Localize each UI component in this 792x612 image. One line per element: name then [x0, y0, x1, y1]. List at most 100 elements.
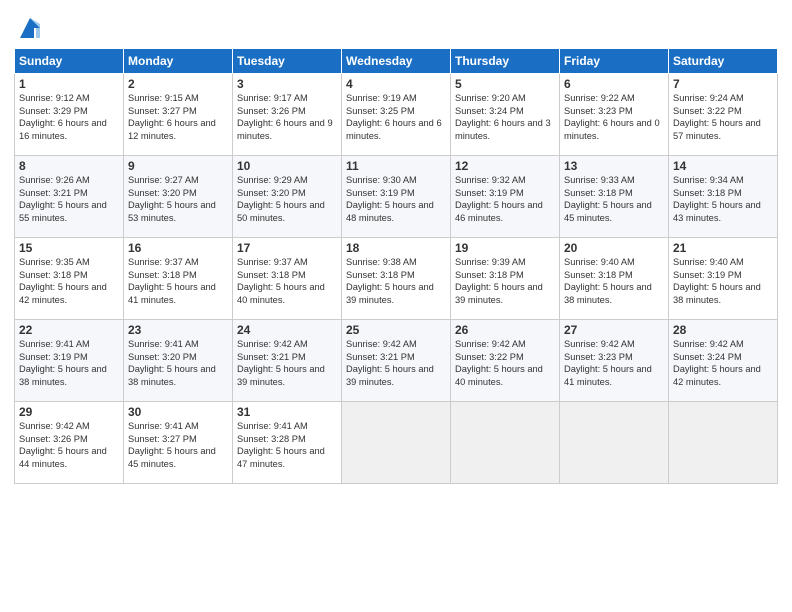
calendar-cell: 2 Sunrise: 9:15 AMSunset: 3:27 PMDaylight…	[124, 74, 233, 156]
calendar-cell: 11 Sunrise: 9:30 AMSunset: 3:19 PMDayligh…	[342, 156, 451, 238]
cell-text: Sunrise: 9:42 AMSunset: 3:22 PMDaylight:…	[455, 339, 543, 387]
day-number: 23	[128, 323, 228, 337]
day-number: 4	[346, 77, 446, 91]
calendar-cell	[451, 402, 560, 484]
calendar-week-4: 22 Sunrise: 9:41 AMSunset: 3:19 PMDayligh…	[15, 320, 778, 402]
calendar-cell: 24Sunrise: 9:42 AMSunset: 3:21 PMDayligh…	[233, 320, 342, 402]
calendar-cell: 23Sunrise: 9:41 AMSunset: 3:20 PMDayligh…	[124, 320, 233, 402]
calendar-cell: 4 Sunrise: 9:19 AMSunset: 3:25 PMDaylight…	[342, 74, 451, 156]
cell-text: Sunrise: 9:38 AMSunset: 3:18 PMDaylight:…	[346, 257, 434, 305]
calendar-cell: 22 Sunrise: 9:41 AMSunset: 3:19 PMDayligh…	[15, 320, 124, 402]
day-number: 29	[19, 405, 119, 419]
weekday-header-monday: Monday	[124, 49, 233, 74]
cell-text: Sunrise: 9:42 AMSunset: 3:24 PMDaylight:…	[673, 339, 761, 387]
day-number: 5	[455, 77, 555, 91]
cell-text: Sunrise: 9:41 AMSunset: 3:28 PMDaylight:…	[237, 421, 325, 469]
calendar-cell: 7 Sunrise: 9:24 AMSunset: 3:22 PMDaylight…	[669, 74, 778, 156]
calendar-cell: 18 Sunrise: 9:38 AMSunset: 3:18 PMDayligh…	[342, 238, 451, 320]
cell-text: Sunrise: 9:15 AMSunset: 3:27 PMDaylight:…	[128, 93, 216, 141]
cell-text: Sunrise: 9:30 AMSunset: 3:19 PMDaylight:…	[346, 175, 434, 223]
day-number: 16	[128, 241, 228, 255]
cell-text: Sunrise: 9:34 AMSunset: 3:18 PMDaylight:…	[673, 175, 761, 223]
calendar-cell: 14 Sunrise: 9:34 AMSunset: 3:18 PMDayligh…	[669, 156, 778, 238]
day-number: 18	[346, 241, 446, 255]
day-number: 28	[673, 323, 773, 337]
day-number: 13	[564, 159, 664, 173]
day-number: 22	[19, 323, 119, 337]
calendar-cell: 29 Sunrise: 9:42 AMSunset: 3:26 PMDayligh…	[15, 402, 124, 484]
day-number: 30	[128, 405, 228, 419]
cell-text: Sunrise: 9:42 AMSunset: 3:21 PMDaylight:…	[237, 339, 325, 387]
day-number: 15	[19, 241, 119, 255]
calendar-cell: 13 Sunrise: 9:33 AMSunset: 3:18 PMDayligh…	[560, 156, 669, 238]
cell-text: Sunrise: 9:29 AMSunset: 3:20 PMDaylight:…	[237, 175, 325, 223]
calendar-week-2: 8 Sunrise: 9:26 AMSunset: 3:21 PMDaylight…	[15, 156, 778, 238]
cell-text: Sunrise: 9:37 AMSunset: 3:18 PMDaylight:…	[237, 257, 325, 305]
day-number: 19	[455, 241, 555, 255]
cell-text: Sunrise: 9:41 AMSunset: 3:19 PMDaylight:…	[19, 339, 107, 387]
logo-icon	[16, 14, 44, 42]
cell-text: Sunrise: 9:40 AMSunset: 3:19 PMDaylight:…	[673, 257, 761, 305]
calendar-cell: 19 Sunrise: 9:39 AMSunset: 3:18 PMDayligh…	[451, 238, 560, 320]
calendar-cell: 31 Sunrise: 9:41 AMSunset: 3:28 PMDayligh…	[233, 402, 342, 484]
day-number: 17	[237, 241, 337, 255]
day-number: 27	[564, 323, 664, 337]
day-number: 3	[237, 77, 337, 91]
weekday-header-wednesday: Wednesday	[342, 49, 451, 74]
day-number: 2	[128, 77, 228, 91]
calendar-week-5: 29 Sunrise: 9:42 AMSunset: 3:26 PMDayligh…	[15, 402, 778, 484]
day-number: 31	[237, 405, 337, 419]
weekday-header-tuesday: Tuesday	[233, 49, 342, 74]
weekday-header-thursday: Thursday	[451, 49, 560, 74]
cell-text: Sunrise: 9:26 AMSunset: 3:21 PMDaylight:…	[19, 175, 107, 223]
day-number: 11	[346, 159, 446, 173]
cell-text: Sunrise: 9:20 AMSunset: 3:24 PMDaylight:…	[455, 93, 551, 141]
day-number: 20	[564, 241, 664, 255]
weekday-header-friday: Friday	[560, 49, 669, 74]
day-number: 14	[673, 159, 773, 173]
calendar-cell: 9 Sunrise: 9:27 AMSunset: 3:20 PMDaylight…	[124, 156, 233, 238]
day-number: 8	[19, 159, 119, 173]
calendar-cell: 3Sunrise: 9:17 AMSunset: 3:26 PMDaylight…	[233, 74, 342, 156]
cell-text: Sunrise: 9:41 AMSunset: 3:27 PMDaylight:…	[128, 421, 216, 469]
cell-text: Sunrise: 9:12 AMSunset: 3:29 PMDaylight:…	[19, 93, 107, 141]
day-number: 10	[237, 159, 337, 173]
calendar-cell: 20 Sunrise: 9:40 AMSunset: 3:18 PMDayligh…	[560, 238, 669, 320]
calendar-header: SundayMondayTuesdayWednesdayThursdayFrid…	[15, 49, 778, 74]
calendar-cell: 28 Sunrise: 9:42 AMSunset: 3:24 PMDayligh…	[669, 320, 778, 402]
calendar-cell: 25Sunrise: 9:42 AMSunset: 3:21 PMDayligh…	[342, 320, 451, 402]
calendar-cell: 10 Sunrise: 9:29 AMSunset: 3:20 PMDayligh…	[233, 156, 342, 238]
calendar-cell: 17 Sunrise: 9:37 AMSunset: 3:18 PMDayligh…	[233, 238, 342, 320]
calendar-cell: 12Sunrise: 9:32 AMSunset: 3:19 PMDayligh…	[451, 156, 560, 238]
cell-text: Sunrise: 9:37 AMSunset: 3:18 PMDaylight:…	[128, 257, 216, 305]
cell-text: Sunrise: 9:40 AMSunset: 3:18 PMDaylight:…	[564, 257, 652, 305]
weekday-header-saturday: Saturday	[669, 49, 778, 74]
calendar-week-3: 15 Sunrise: 9:35 AMSunset: 3:18 PMDayligh…	[15, 238, 778, 320]
cell-text: Sunrise: 9:22 AMSunset: 3:23 PMDaylight:…	[564, 93, 660, 141]
calendar-cell: 27Sunrise: 9:42 AMSunset: 3:23 PMDayligh…	[560, 320, 669, 402]
day-number: 9	[128, 159, 228, 173]
cell-text: Sunrise: 9:27 AMSunset: 3:20 PMDaylight:…	[128, 175, 216, 223]
calendar-cell: 6 Sunrise: 9:22 AMSunset: 3:23 PMDaylight…	[560, 74, 669, 156]
calendar-week-1: 1 Sunrise: 9:12 AMSunset: 3:29 PMDaylight…	[15, 74, 778, 156]
calendar-cell	[560, 402, 669, 484]
calendar-cell: 5 Sunrise: 9:20 AMSunset: 3:24 PMDaylight…	[451, 74, 560, 156]
weekday-header-sunday: Sunday	[15, 49, 124, 74]
cell-text: Sunrise: 9:39 AMSunset: 3:18 PMDaylight:…	[455, 257, 543, 305]
calendar-table: SundayMondayTuesdayWednesdayThursdayFrid…	[14, 48, 778, 484]
cell-text: Sunrise: 9:32 AMSunset: 3:19 PMDaylight:…	[455, 175, 543, 223]
calendar-cell	[342, 402, 451, 484]
day-number: 26	[455, 323, 555, 337]
cell-text: Sunrise: 9:24 AMSunset: 3:22 PMDaylight:…	[673, 93, 761, 141]
calendar-body: 1 Sunrise: 9:12 AMSunset: 3:29 PMDaylight…	[15, 74, 778, 484]
cell-text: Sunrise: 9:33 AMSunset: 3:18 PMDaylight:…	[564, 175, 652, 223]
cell-text: Sunrise: 9:42 AMSunset: 3:26 PMDaylight:…	[19, 421, 107, 469]
cell-text: Sunrise: 9:19 AMSunset: 3:25 PMDaylight:…	[346, 93, 442, 141]
header	[14, 10, 778, 42]
day-number: 25	[346, 323, 446, 337]
weekday-row: SundayMondayTuesdayWednesdayThursdayFrid…	[15, 49, 778, 74]
day-number: 1	[19, 77, 119, 91]
cell-text: Sunrise: 9:35 AMSunset: 3:18 PMDaylight:…	[19, 257, 107, 305]
day-number: 7	[673, 77, 773, 91]
day-number: 6	[564, 77, 664, 91]
